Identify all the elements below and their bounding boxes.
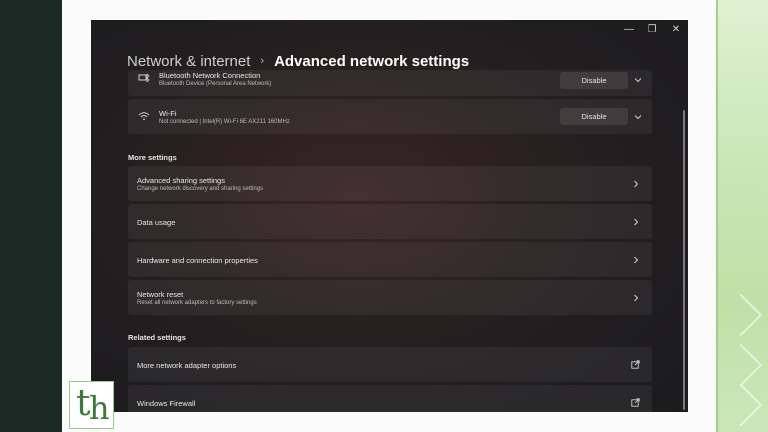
disable-button[interactable]: Disable (560, 108, 628, 125)
external-link-icon (631, 398, 640, 407)
settings-item-windows-firewall[interactable]: Windows Firewall (128, 385, 652, 412)
chevron-down-icon[interactable] (634, 76, 642, 84)
item-subtitle: Reset all network adapters to factory se… (137, 300, 257, 306)
breadcrumb-parent-link[interactable]: Network & internet (127, 53, 250, 70)
left-dark-panel (0, 0, 62, 432)
item-title: Data usage (137, 218, 176, 227)
scrollbar[interactable] (683, 110, 685, 410)
item-title: Advanced sharing settings (137, 176, 225, 185)
item-title: More network adapter options (137, 361, 237, 370)
right-green-panel (716, 0, 768, 432)
section-heading-related-settings: Related settings (128, 333, 186, 342)
bluetooth-network-icon (138, 73, 150, 83)
adapter-subtitle: Bluetooth Device (Personal Area Network) (159, 81, 272, 87)
decorative-chevron (719, 343, 763, 387)
settings-item-more-adapter-options[interactable]: More network adapter options (128, 347, 652, 382)
adapter-card-wifi: Wi-Fi Not connected | Intel(R) Wi-Fi 6E … (128, 99, 652, 134)
settings-item-advanced-sharing[interactable]: Advanced sharing settings Change network… (128, 166, 652, 201)
close-button[interactable]: ✕ (668, 23, 684, 37)
settings-window: — ❐ ✕ Network & internet › Advanced netw… (91, 20, 688, 412)
settings-item-hardware-properties[interactable]: Hardware and connection properties (128, 242, 652, 277)
item-title: Network reset (137, 290, 184, 299)
adapter-title: Wi-Fi (159, 109, 177, 118)
decorative-chevron (719, 383, 763, 427)
brand-logo: t h (69, 381, 114, 429)
chevron-down-icon[interactable] (634, 113, 642, 121)
breadcrumb-separator: › (260, 55, 265, 67)
adapter-title: Bluetooth Network Connection (159, 71, 261, 80)
external-link-icon (631, 360, 640, 369)
section-heading-more-settings: More settings (128, 153, 177, 162)
chevron-right-icon (634, 218, 639, 226)
settings-item-network-reset[interactable]: Network reset Reset all network adapters… (128, 280, 652, 315)
item-title: Hardware and connection properties (137, 256, 258, 265)
wifi-icon (138, 112, 150, 121)
disable-button[interactable]: Disable (560, 72, 628, 89)
settings-item-data-usage[interactable]: Data usage (128, 204, 652, 239)
item-title: Windows Firewall (137, 399, 196, 408)
title-bar: — ❐ ✕ (91, 20, 688, 40)
chevron-right-icon (634, 294, 639, 302)
item-subtitle: Change network discovery and sharing set… (137, 186, 264, 192)
logo-letter-h: h (89, 389, 110, 427)
adapter-card-bluetooth: Bluetooth Network Connection Bluetooth D… (128, 70, 652, 96)
breadcrumb: Network & internet › Advanced network se… (127, 50, 469, 72)
chevron-right-icon (634, 256, 639, 264)
maximize-button[interactable]: ❐ (644, 23, 660, 37)
adapter-subtitle: Not connected | Intel(R) Wi-Fi 6E AX211 … (159, 119, 290, 125)
chevron-right-icon (634, 180, 639, 188)
page-title: Advanced network settings (274, 52, 470, 70)
decorative-chevron (719, 293, 763, 337)
minimize-button[interactable]: — (621, 23, 637, 37)
